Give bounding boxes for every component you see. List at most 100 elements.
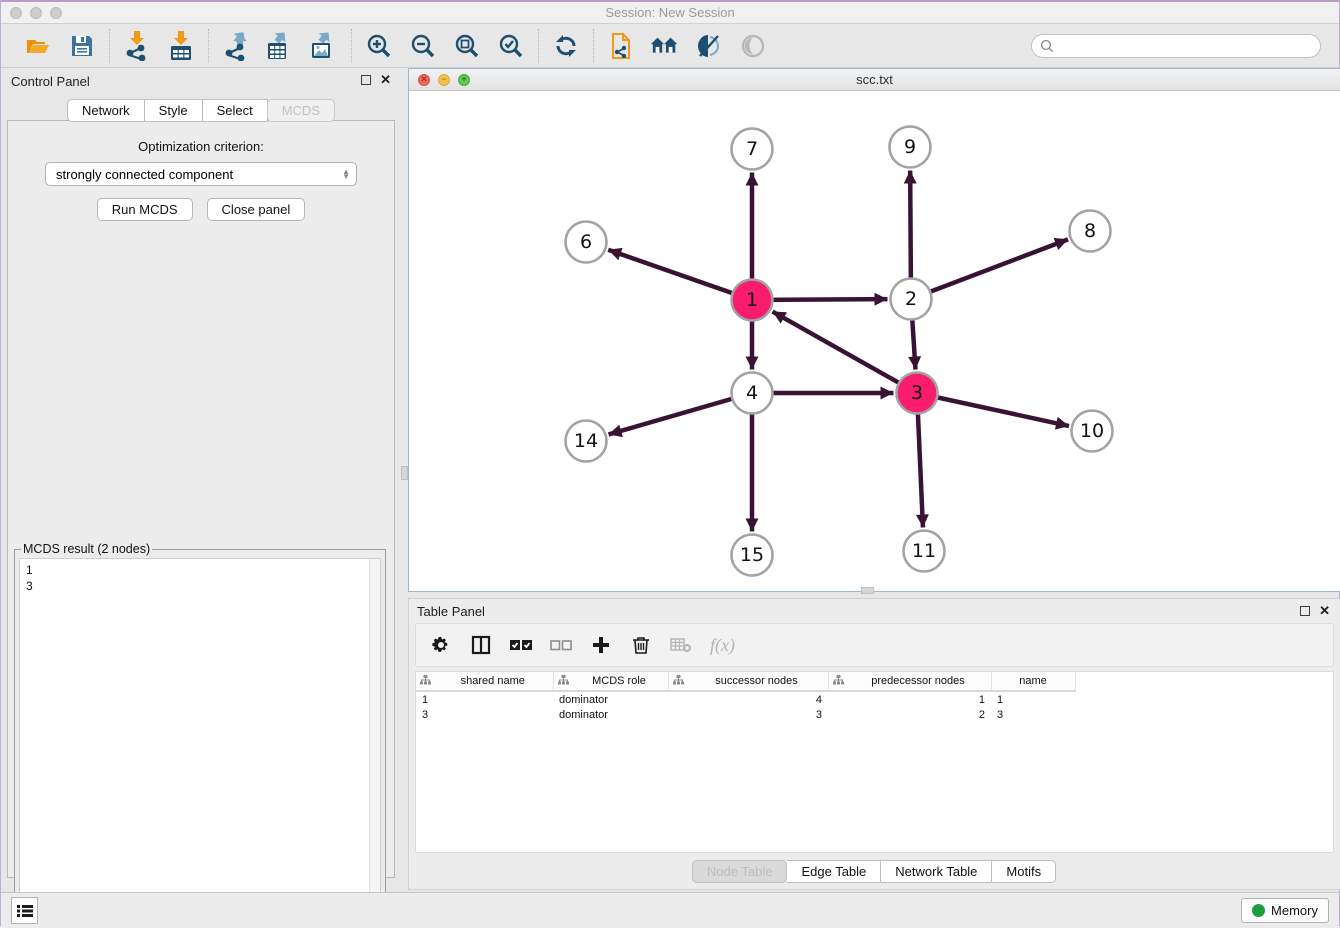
network-graph[interactable]: 7968124314101511 (409, 91, 1340, 590)
save-session-icon[interactable] (67, 31, 97, 61)
tab-edge-table[interactable]: Edge Table (787, 860, 881, 883)
float-panel-icon[interactable] (361, 75, 371, 85)
export-network-icon[interactable] (221, 31, 251, 61)
table-cell[interactable]: dominator (553, 691, 668, 707)
hierarchy-icon (420, 675, 431, 688)
zoom-fit-icon[interactable] (452, 31, 482, 61)
network-window-titlebar[interactable]: ✕ − + scc.txt (409, 69, 1340, 91)
column-label: predecessor nodes (850, 675, 987, 687)
column-header-successor-nodes[interactable]: successor nodes (668, 672, 828, 691)
graph-node-label: 11 (912, 540, 936, 562)
status-bar: Memory (1, 892, 1339, 928)
table-cell[interactable]: 1 (416, 691, 553, 707)
graph-node-label: 15 (740, 544, 764, 566)
tab-motifs[interactable]: Motifs (992, 860, 1056, 883)
float-table-panel-icon[interactable] (1300, 606, 1310, 616)
column-label: shared name (437, 675, 549, 687)
clone-network-icon[interactable] (606, 31, 636, 61)
tab-select[interactable]: Select (203, 99, 268, 122)
table-cell[interactable]: 3 (668, 707, 828, 723)
hierarchy-icon (558, 675, 569, 688)
select-all-columns-icon[interactable] (510, 634, 532, 656)
unselect-all-columns-icon[interactable] (550, 634, 572, 656)
graph-edge-4-14[interactable] (609, 393, 752, 434)
table-panel-title: Table Panel (417, 604, 485, 619)
zoom-selected-icon[interactable] (496, 31, 526, 61)
zoom-in-icon[interactable] (364, 31, 394, 61)
hide-details-icon[interactable] (694, 31, 724, 61)
table-cell[interactable]: 3 (991, 707, 1075, 723)
window-title: Session: New Session (1, 5, 1339, 20)
tab-style[interactable]: Style (145, 99, 203, 122)
open-file-icon[interactable] (23, 31, 53, 61)
column-header-MCDS-role[interactable]: MCDS role (553, 672, 668, 691)
node-table-body: 1dominator4113dominator323 (416, 691, 1075, 723)
graph-node-label: 9 (904, 136, 916, 158)
close-table-panel-icon[interactable]: ✕ (1319, 604, 1330, 617)
table-cell[interactable]: 2 (828, 707, 991, 723)
function-builder-icon[interactable]: f(x) (710, 635, 735, 656)
table-options-icon[interactable] (430, 634, 452, 656)
titlebar: Session: New Session (1, 2, 1339, 24)
graph-edge-2-8[interactable] (911, 239, 1068, 299)
tab-node-table[interactable]: Node Table (692, 860, 788, 883)
tab-network-table[interactable]: Network Table (881, 860, 992, 883)
export-table-icon[interactable] (265, 31, 295, 61)
delete-column-icon[interactable] (630, 634, 652, 656)
optimization-criterion-select[interactable]: strongly connected component ▲▼ (45, 162, 357, 186)
mcds-result-title: MCDS result (2 nodes) (21, 542, 152, 556)
column-label: name (996, 675, 1071, 687)
task-history-button[interactable] (11, 897, 38, 924)
graph-node-label: 14 (574, 430, 598, 452)
search-field[interactable] (1031, 34, 1321, 58)
mcds-result-list[interactable]: 1 3 (20, 559, 369, 921)
network-window-title: scc.txt (409, 72, 1340, 87)
column-header-shared-name[interactable]: shared name (416, 672, 553, 691)
add-column-icon[interactable] (590, 634, 612, 656)
mcds-result-group: MCDS result (2 nodes) 1 3 (14, 549, 386, 927)
search-area (1031, 34, 1321, 58)
search-input[interactable] (1059, 39, 1312, 53)
table-row[interactable]: 1dominator411 (416, 691, 1075, 707)
close-panel-button[interactable]: Close panel (207, 198, 306, 221)
column-header-predecessor-nodes[interactable]: predecessor nodes (828, 672, 991, 691)
graph-edge-1-6[interactable] (608, 250, 752, 300)
show-all-icon[interactable] (738, 31, 768, 61)
import-table-icon[interactable] (166, 31, 196, 61)
vertical-splitter-grip[interactable] (401, 466, 408, 480)
graph-node-label: 7 (746, 138, 758, 160)
table-cell[interactable]: 1 (828, 691, 991, 707)
table-cell[interactable]: 3 (416, 707, 553, 723)
network-view-window: ✕ − + scc.txt 7968124314101511 (408, 68, 1340, 592)
hierarchy-icon (833, 675, 844, 688)
table-cell[interactable]: 1 (991, 691, 1075, 707)
first-neighbors-icon[interactable] (650, 31, 680, 61)
close-panel-icon[interactable]: ✕ (380, 73, 391, 86)
node-table-header: shared name MCDS role successor nodes prede… (416, 672, 1075, 691)
result-scrollbar[interactable] (369, 559, 380, 921)
memory-button[interactable]: Memory (1241, 898, 1329, 923)
graph-edge-3-10[interactable] (917, 393, 1069, 426)
tab-mcds[interactable]: MCDS (267, 99, 335, 122)
import-network-icon[interactable] (122, 31, 152, 61)
export-image-icon[interactable] (309, 31, 339, 61)
zoom-out-icon[interactable] (408, 31, 438, 61)
run-mcds-button[interactable]: Run MCDS (97, 198, 193, 221)
table-tabs: Node Table Edge Table Network Table Moti… (409, 853, 1340, 889)
table-cell[interactable]: dominator (553, 707, 668, 723)
horizontal-splitter-grip[interactable] (861, 587, 874, 594)
column-header-name[interactable]: name (991, 672, 1075, 691)
hierarchy-icon (673, 675, 684, 688)
search-icon (1040, 39, 1054, 53)
network-canvas[interactable]: 7968124314101511 (409, 91, 1340, 590)
table-row[interactable]: 3dominator323 (416, 707, 1075, 723)
tab-network[interactable]: Network (67, 99, 145, 122)
delete-table-icon[interactable] (670, 634, 692, 656)
table-cell[interactable]: 4 (668, 691, 828, 707)
column-panel-icon[interactable] (470, 634, 492, 656)
main-toolbar (1, 24, 1339, 68)
column-label: MCDS role (575, 675, 664, 687)
refresh-icon[interactable] (551, 31, 581, 61)
graph-node-label: 8 (1084, 220, 1096, 242)
graph-edge-3-1[interactable] (772, 312, 917, 393)
